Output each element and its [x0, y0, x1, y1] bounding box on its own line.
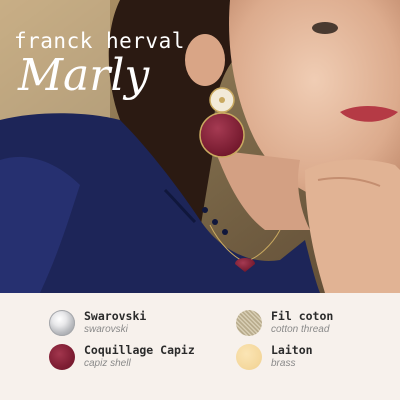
material-item-swarovski: Swarovski swarovski [49, 309, 146, 336]
material-item-cotton: Fil coton cotton thread [236, 309, 333, 336]
material-name: Swarovski [84, 309, 147, 323]
material-subtitle: cotton thread [271, 324, 330, 335]
collection-name: Marly [18, 50, 150, 101]
crystal-swatch-icon [49, 309, 75, 336]
material-subtitle: brass [271, 358, 296, 369]
material-item-brass: Laiton brass [236, 343, 313, 370]
material-subtitle: capiz shell [84, 358, 131, 369]
material-item-capiz: Coquillage Capiz capiz shell [49, 343, 195, 370]
cotton-thread-swatch-icon [236, 309, 262, 336]
material-name: Laiton [271, 343, 313, 357]
material-name: Fil coton [271, 309, 334, 323]
material-subtitle: swarovski [84, 324, 128, 335]
product-card: franck herval Marly Swarovski swarovski … [0, 0, 400, 400]
brass-swatch-icon [236, 343, 262, 370]
material-name: Coquillage Capiz [84, 343, 195, 357]
materials-legend: Swarovski swarovski Fil coton cotton thr… [0, 293, 400, 400]
capiz-shell-swatch-icon [49, 343, 75, 370]
